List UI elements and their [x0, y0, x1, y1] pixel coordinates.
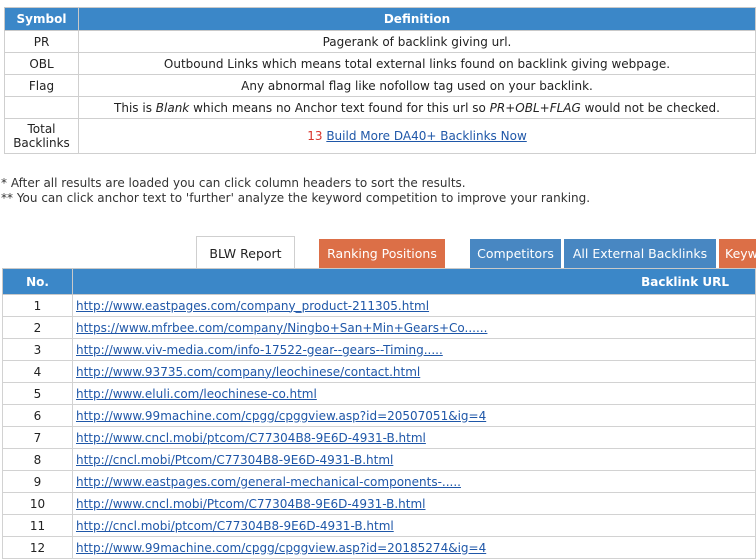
tab-ranking-positions[interactable]: Ranking Positions — [319, 239, 445, 268]
legend-row-total: Total Backlinks 13 Build More DA40+ Backl… — [4, 118, 756, 154]
blank-text-suffix: would not be checked. — [580, 100, 720, 115]
legend-blank-definition: This is Blank which means no Anchor text… — [78, 96, 756, 119]
tab-blw-report[interactable]: BLW Report — [196, 236, 295, 269]
results-table: No. Backlink URL 1 http://www.eastpages.c… — [2, 268, 756, 559]
backlink-url-link[interactable]: http://www.99machine.com/cpgg/cpggview.a… — [76, 541, 486, 555]
blank-text-prefix: This is — [114, 100, 156, 115]
row-url-cell: http://cncl.mobi/ptcom/C77304B8-9E6D-493… — [72, 514, 756, 537]
backlink-url-link[interactable]: http://cncl.mobi/ptcom/C77304B8-9E6D-493… — [76, 519, 394, 533]
note-sort: * After all results are loaded you can c… — [1, 176, 466, 190]
table-row: 5 http://www.eluli.com/leochinese-co.html — [2, 382, 756, 405]
total-label-line2: Backlinks — [13, 136, 70, 150]
row-number: 9 — [2, 470, 73, 493]
row-url-cell: http://www.eastpages.com/general-mechani… — [72, 470, 756, 493]
legend-symbol: OBL — [4, 52, 79, 75]
row-url-cell: http://www.cncl.mobi/ptcom/C77304B8-9E6D… — [72, 426, 756, 449]
backlink-url-link[interactable]: https://www.mfrbee.com/company/Ningbo+Sa… — [76, 321, 487, 335]
row-number: 12 — [2, 536, 73, 559]
row-url-cell: http://www.viv-media.com/info-17522-gear… — [72, 338, 756, 361]
table-row: 7 http://www.cncl.mobi/ptcom/C77304B8-9E6… — [2, 426, 756, 449]
legend-row-obl: OBL Outbound Links which means total ext… — [4, 52, 756, 75]
row-number: 7 — [2, 426, 73, 449]
tab-competitors[interactable]: Competitors — [470, 239, 561, 268]
table-row: 1 http://www.eastpages.com/company_produc… — [2, 294, 756, 317]
legend-definition: Outbound Links which means total externa… — [78, 52, 756, 75]
legend-symbol-empty — [4, 96, 79, 119]
table-row: 4 http://www.93735.com/company/leochinese… — [2, 360, 756, 383]
notes: * After all results are loaded you can c… — [1, 176, 590, 206]
total-label-line1: Total — [27, 122, 56, 136]
legend-symbol: PR — [4, 30, 79, 53]
row-url-cell: http://www.93735.com/company/leochinese/… — [72, 360, 756, 383]
backlink-url-link[interactable]: http://www.eastpages.com/general-mechani… — [76, 475, 461, 489]
row-number: 4 — [2, 360, 73, 383]
legend-row-blank: This is Blank which means no Anchor text… — [4, 96, 756, 119]
note-anchor: ** You can click anchor text to 'further… — [1, 191, 591, 205]
backlink-url-link[interactable]: http://www.eluli.com/leochinese-co.html — [76, 387, 317, 401]
row-url-cell: http://www.99machine.com/cpgg/cpggview.a… — [72, 536, 756, 559]
total-backlinks-value: 13 Build More DA40+ Backlinks Now — [78, 118, 756, 154]
row-url-cell: https://www.mfrbee.com/company/Ningbo+Sa… — [72, 316, 756, 339]
row-url-cell: http://cncl.mobi/Ptcom/C77304B8-9E6D-493… — [72, 448, 756, 471]
row-number: 1 — [2, 294, 73, 317]
table-row: 11 http://cncl.mobi/ptcom/C77304B8-9E6D-4… — [2, 514, 756, 537]
legend-table: Symbol Definition PR Pagerank of backlin… — [4, 7, 756, 154]
legend-header-definition: Definition — [78, 7, 756, 31]
row-url-cell: http://www.eluli.com/leochinese-co.html — [72, 382, 756, 405]
blank-text-formula: PR+OBL+FLAG — [489, 100, 581, 115]
build-backlinks-link[interactable]: Build More DA40+ Backlinks Now — [326, 129, 526, 143]
table-row: 8 http://cncl.mobi/Ptcom/C77304B8-9E6D-49… — [2, 448, 756, 471]
legend-row-flag: Flag Any abnormal flag like nofollow tag… — [4, 74, 756, 97]
table-row: 2 https://www.mfrbee.com/company/Ningbo+S… — [2, 316, 756, 339]
total-backlinks-label: Total Backlinks — [4, 118, 79, 154]
row-number: 8 — [2, 448, 73, 471]
backlink-url-link[interactable]: http://www.eastpages.com/company_product… — [76, 299, 429, 313]
legend-definition: Any abnormal flag like nofollow tag used… — [78, 74, 756, 97]
backlink-url-link[interactable]: http://www.93735.com/company/leochinese/… — [76, 365, 420, 379]
row-number: 5 — [2, 382, 73, 405]
backlink-url-link[interactable]: http://www.viv-media.com/info-17522-gear… — [76, 343, 443, 357]
row-number: 3 — [2, 338, 73, 361]
row-number: 11 — [2, 514, 73, 537]
row-url-cell: http://www.eastpages.com/company_product… — [72, 294, 756, 317]
column-header-backlink-url[interactable]: Backlink URL — [72, 268, 756, 295]
row-number: 10 — [2, 492, 73, 515]
backlink-url-link[interactable]: http://cncl.mobi/Ptcom/C77304B8-9E6D-493… — [76, 453, 393, 467]
row-url-cell: http://www.99machine.com/cpgg/cpggview.a… — [72, 404, 756, 427]
table-row: 12 http://www.99machine.com/cpgg/cpggview… — [2, 536, 756, 559]
legend-symbol: Flag — [4, 74, 79, 97]
table-row: 3 http://www.viv-media.com/info-17522-gea… — [2, 338, 756, 361]
results-body: 1 http://www.eastpages.com/company_produc… — [2, 294, 756, 559]
tab-keyword[interactable]: Keyw — [719, 239, 756, 268]
column-header-no[interactable]: No. — [2, 268, 73, 295]
row-number: 6 — [2, 404, 73, 427]
legend-header-symbol: Symbol — [4, 7, 79, 31]
row-url-cell: http://www.cncl.mobi/Ptcom/C77304B8-9E6D… — [72, 492, 756, 515]
legend-definition: Pagerank of backlink giving url. — [78, 30, 756, 53]
table-row: 6 http://www.99machine.com/cpgg/cpggview.… — [2, 404, 756, 427]
tab-all-external-backlinks[interactable]: All External Backlinks — [564, 239, 716, 268]
blank-text-middle: which means no Anchor text found for thi… — [189, 100, 490, 115]
table-row: 10 http://www.cncl.mobi/Ptcom/C77304B8-9E… — [2, 492, 756, 515]
row-number: 2 — [2, 316, 73, 339]
backlink-url-link[interactable]: http://www.99machine.com/cpgg/cpggview.a… — [76, 409, 486, 423]
blank-text-emphasis: Blank — [155, 100, 190, 115]
backlink-url-link[interactable]: http://www.cncl.mobi/ptcom/C77304B8-9E6D… — [76, 431, 426, 445]
backlink-url-link[interactable]: http://www.cncl.mobi/Ptcom/C77304B8-9E6D… — [76, 497, 426, 511]
table-row: 9 http://www.eastpages.com/general-mechan… — [2, 470, 756, 493]
legend-row-pr: PR Pagerank of backlink giving url. — [4, 30, 756, 53]
total-backlinks-count: 13 — [307, 129, 323, 143]
